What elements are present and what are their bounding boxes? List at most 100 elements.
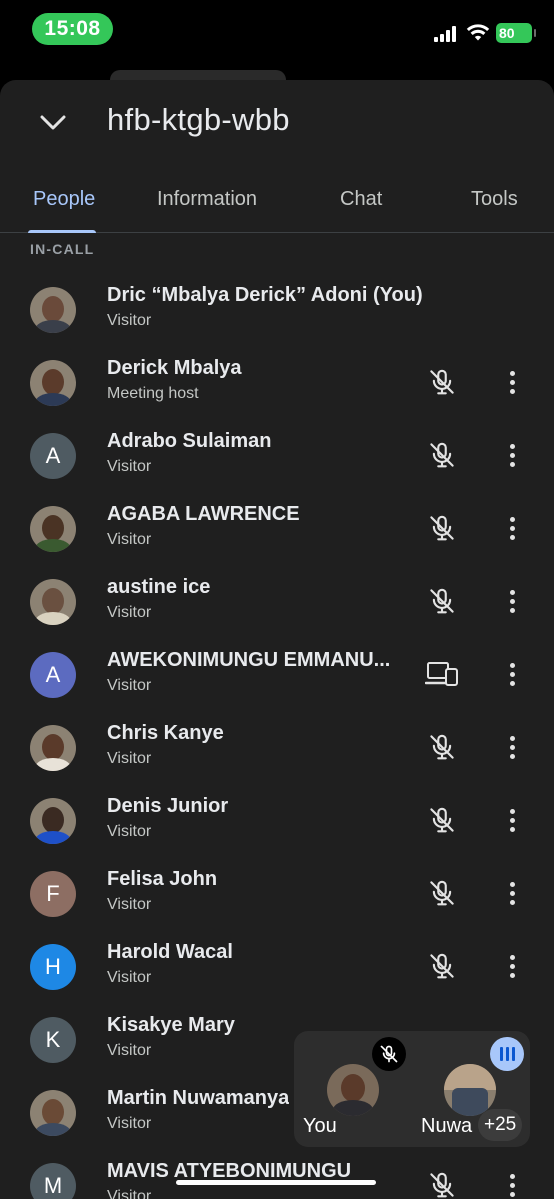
pip-self-label: You [303, 1115, 337, 1137]
avatar [30, 798, 76, 844]
tab-bar: People Information Chat Tools [0, 170, 554, 233]
battery-icon: 80 [496, 23, 536, 43]
more-options-button[interactable] [498, 583, 526, 619]
participant-name: Chris Kanye [107, 722, 224, 744]
avatar: M [30, 1163, 76, 1199]
mic-off-icon [424, 437, 460, 473]
tab-people[interactable]: People [33, 188, 95, 211]
cellular-signal-icon [434, 26, 460, 42]
chevron-down-icon [40, 115, 66, 130]
mic-off-icon [424, 948, 460, 984]
battery-level: 80 [499, 25, 515, 41]
avatar-initial: H [45, 954, 61, 979]
more-options-button[interactable] [498, 1167, 526, 1199]
meeting-code-title: hfb-ktgb-wbb [107, 102, 290, 137]
participant-name: Martin Nuwamanya [107, 1087, 290, 1109]
self-video-avatar [327, 1064, 379, 1116]
participant-name: Harold Wacal [107, 941, 233, 963]
participant-row[interactable]: F Felisa John Visitor [0, 857, 554, 930]
participant-row[interactable]: M MAVIS ATYEBONIMUNGU Visitor [0, 1149, 554, 1199]
more-vert-icon [509, 589, 515, 613]
more-vert-icon [509, 1173, 515, 1197]
panel-header: hfb-ktgb-wbb [0, 80, 554, 164]
avatar [30, 579, 76, 625]
avatar [30, 725, 76, 771]
participant-role: Visitor [107, 312, 152, 329]
participant-role: Visitor [107, 823, 152, 840]
more-options-button[interactable] [498, 437, 526, 473]
participant-role: Visitor [107, 896, 152, 913]
more-options-button[interactable] [498, 948, 526, 984]
mic-off-icon [424, 729, 460, 765]
participant-name: austine ice [107, 576, 211, 598]
participant-row[interactable]: A Adrabo Sulaiman Visitor [0, 419, 554, 492]
participant-role: Visitor [107, 604, 152, 621]
more-options-button[interactable] [498, 875, 526, 911]
status-bar: 15:08 80 [0, 0, 554, 70]
mic-off-icon [424, 510, 460, 546]
mic-off-icon [424, 583, 460, 619]
pip-mic-off-icon [372, 1037, 406, 1071]
more-options-button[interactable] [498, 364, 526, 400]
mic-off-icon [424, 802, 460, 838]
more-vert-icon [509, 735, 515, 759]
mic-off-icon [424, 875, 460, 911]
participant-role: Visitor [107, 1042, 152, 1059]
participant-name: Derick Mbalya [107, 357, 242, 379]
participant-row[interactable]: Denis Junior Visitor [0, 784, 554, 857]
mic-off-icon [424, 1167, 460, 1199]
more-options-button[interactable] [498, 729, 526, 765]
avatar: H [30, 944, 76, 990]
more-vert-icon [509, 954, 515, 978]
more-vert-icon [509, 370, 515, 394]
participant-role: Visitor [107, 458, 152, 475]
wifi-icon [466, 24, 490, 41]
pip-more-count: +25 [478, 1109, 523, 1141]
participant-role: Visitor [107, 677, 152, 694]
other-participant-video [444, 1064, 496, 1116]
avatar: A [30, 433, 76, 479]
participant-row[interactable]: AGABA LAWRENCE Visitor [0, 492, 554, 565]
home-indicator [176, 1180, 376, 1185]
participant-role: Visitor [107, 750, 152, 767]
mic-off-icon [424, 364, 460, 400]
participant-row[interactable]: austine ice Visitor [0, 565, 554, 638]
participant-row[interactable]: Chris Kanye Visitor [0, 711, 554, 784]
participant-name: Adrabo Sulaiman [107, 430, 272, 452]
more-vert-icon [509, 516, 515, 540]
more-vert-icon [509, 662, 515, 686]
more-vert-icon [509, 808, 515, 832]
avatar-initial: F [46, 881, 60, 906]
collapse-button[interactable] [32, 102, 74, 144]
participant-name: Denis Junior [107, 795, 229, 817]
clock: 15:08 [32, 13, 113, 45]
tab-information[interactable]: Information [157, 188, 257, 211]
more-options-button[interactable] [498, 656, 526, 692]
participant-name: Dric “Mbalya Derick” Adoni (You) [107, 284, 423, 306]
tab-chat[interactable]: Chat [340, 188, 382, 211]
pause-icon[interactable] [490, 1037, 524, 1071]
picture-in-picture[interactable]: You Nuwa +25 [294, 1031, 530, 1147]
participant-name: Kisakye Mary [107, 1014, 235, 1036]
participant-row[interactable]: A AWEKONIMUNGU EMMANU... Visitor [0, 638, 554, 711]
participant-role: Visitor [107, 969, 152, 986]
section-label-in-call: IN-CALL [30, 241, 95, 257]
participant-name: AWEKONIMUNGU EMMANU... [107, 649, 391, 671]
more-vert-icon [509, 881, 515, 905]
active-tab-indicator [28, 230, 96, 233]
avatar: F [30, 871, 76, 917]
more-options-button[interactable] [498, 510, 526, 546]
devices-icon [424, 656, 460, 692]
participant-role: Visitor [107, 531, 152, 548]
participant-row[interactable]: Derick Mbalya Meeting host [0, 346, 554, 419]
participant-row[interactable]: Dric “Mbalya Derick” Adoni (You) Visitor [0, 273, 554, 346]
avatar-initial: A [45, 443, 61, 468]
participant-role: Meeting host [107, 385, 199, 402]
avatar-initial: K [45, 1027, 61, 1052]
participant-role: Visitor [107, 1188, 152, 1199]
tab-tools[interactable]: Tools [471, 188, 518, 211]
avatar [30, 287, 76, 333]
participant-name: AGABA LAWRENCE [107, 503, 300, 525]
more-options-button[interactable] [498, 802, 526, 838]
participant-row[interactable]: H Harold Wacal Visitor [0, 930, 554, 1003]
